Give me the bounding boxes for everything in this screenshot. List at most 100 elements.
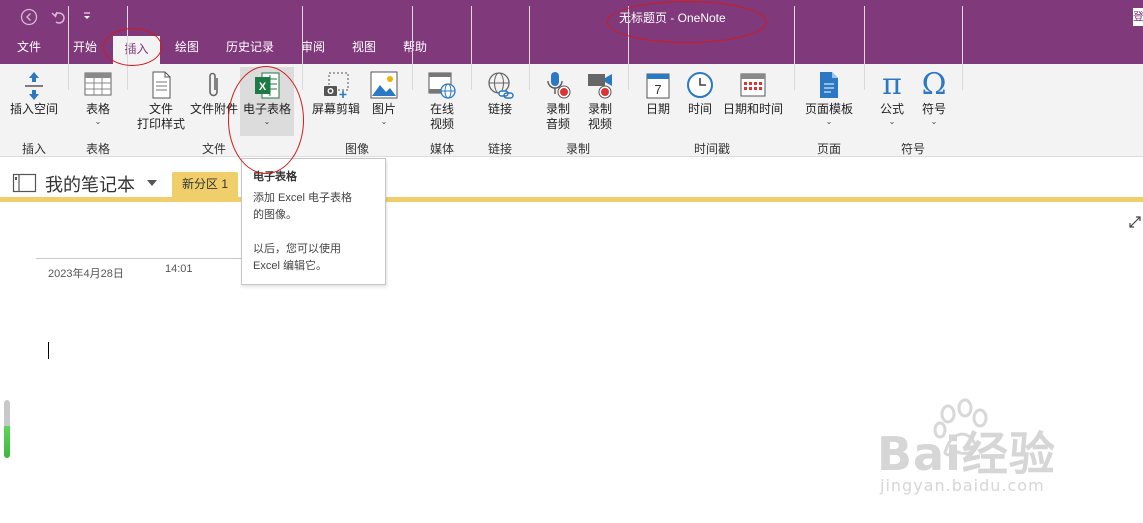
page-date: 2023年4月28日 <box>48 268 124 280</box>
screen-clipping-icon <box>324 72 349 98</box>
tooltip-line-2: 的图像。 <box>253 209 297 221</box>
notebook-name[interactable]: 我的笔记本 <box>45 171 135 197</box>
page-scroll-indicator[interactable] <box>4 400 10 458</box>
chevron-down-icon: ⌄ <box>930 117 938 126</box>
page-templates-label: 页面模板 <box>804 102 853 116</box>
online-video-button[interactable]: 在线 视频 <box>420 70 464 132</box>
date-button[interactable]: 7 日期 <box>638 70 678 117</box>
screen-clipping-button[interactable]: 屏幕剪辑 <box>308 70 364 117</box>
file-printout-icon <box>152 71 171 99</box>
omega-icon: Ω <box>921 67 947 102</box>
chevron-down-icon: ⌄ <box>94 117 102 126</box>
date-and-time-label: 日期和时间 <box>722 102 783 116</box>
group-label-link: 链接 <box>487 142 512 156</box>
group-label-symbol: 符号 <box>900 142 925 156</box>
annotation-oval-title <box>607 1 767 43</box>
date-time-icon <box>740 73 766 97</box>
tab-view[interactable]: 视图 <box>342 33 386 64</box>
expand-page-icon[interactable] <box>1128 215 1142 232</box>
date-and-time-button[interactable]: 日期和时间 <box>720 70 786 117</box>
microphone-icon <box>547 72 571 99</box>
tab-draw[interactable]: 绘图 <box>165 33 209 64</box>
group-label-image: 图像 <box>344 142 369 156</box>
pictures-button[interactable]: 图片 ⌄ <box>366 70 402 127</box>
group-separator <box>471 6 472 90</box>
tab-review[interactable]: 审阅 <box>291 33 335 64</box>
annotation-oval-spreadsheet <box>228 66 304 174</box>
group-label-table: 表格 <box>85 142 110 156</box>
tooltip-line-1: 添加 Excel 电子表格 <box>253 192 353 204</box>
file-printout-label-1: 文件 <box>148 102 173 116</box>
record-video-button[interactable]: 录制 视频 <box>580 70 620 132</box>
page-time: 14:01 <box>165 263 193 275</box>
notebook-icon <box>12 173 38 196</box>
record-video-label-1: 录制 <box>587 102 612 116</box>
page-title-rule <box>36 258 246 259</box>
group-label-insert: 插入 <box>21 142 46 156</box>
picture-icon <box>370 71 398 99</box>
chevron-down-icon: ⌄ <box>380 117 388 126</box>
insert-space-icon <box>25 72 43 100</box>
link-label: 链接 <box>487 102 512 116</box>
text-cursor <box>48 342 49 359</box>
file-printout-button[interactable]: 文件 打印样式 <box>134 70 188 132</box>
tooltip-line-3: 以后，您可以使用 <box>253 243 341 255</box>
sign-in-button[interactable]: 登 <box>1133 8 1143 26</box>
calendar-icon: 7 <box>646 73 670 99</box>
link-icon <box>488 72 514 99</box>
group-label-media: 媒体 <box>429 142 454 156</box>
file-printout-label-2: 打印样式 <box>136 117 185 131</box>
equation-label: 公式 <box>879 102 904 116</box>
record-audio-label-2: 音频 <box>545 117 570 131</box>
group-separator <box>962 6 963 90</box>
online-video-icon <box>428 72 456 99</box>
calendar-day: 7 <box>654 82 661 97</box>
tab-history[interactable]: 历史记录 <box>219 33 281 64</box>
page-templates-button[interactable]: 页面模板 ⌄ <box>800 70 858 127</box>
equation-button[interactable]: π 公式 ⌄ <box>872 68 912 127</box>
watermark-brand: Bai经验 <box>877 427 1056 481</box>
group-label-record: 录制 <box>565 142 590 156</box>
chevron-down-icon: ⌄ <box>888 117 896 126</box>
title-bar <box>0 0 1143 33</box>
record-audio-button[interactable]: 录制 音频 <box>536 70 580 132</box>
tab-file[interactable]: 文件 <box>8 33 50 64</box>
time-button[interactable]: 时间 <box>682 70 718 117</box>
screen-clipping-label: 屏幕剪辑 <box>311 102 360 116</box>
undo-icon[interactable] <box>50 8 68 30</box>
annotation-oval-insert-tab <box>103 28 162 66</box>
group-separator <box>794 6 795 90</box>
spreadsheet-tooltip: 电子表格 添加 Excel 电子表格 的图像。 以后，您可以使用 Excel 编… <box>241 158 386 285</box>
group-separator <box>864 6 865 90</box>
section-color-bar <box>0 197 1143 202</box>
symbol-label: 符号 <box>921 102 946 116</box>
clock-icon <box>687 72 713 98</box>
record-audio-label-1: 录制 <box>545 102 570 116</box>
time-label: 时间 <box>687 102 712 116</box>
record-video-label-2: 视频 <box>587 117 612 131</box>
back-icon[interactable] <box>20 8 38 30</box>
link-button[interactable]: 链接 <box>478 70 522 117</box>
table-icon <box>84 72 112 96</box>
table-button[interactable]: 表格 ⌄ <box>76 70 120 127</box>
group-separator <box>412 6 413 90</box>
online-video-label-2: 视频 <box>429 117 454 131</box>
customize-quick-access-icon[interactable] <box>82 9 92 27</box>
tooltip-line-4: Excel 编辑它。 <box>253 260 327 272</box>
notebook-dropdown-icon[interactable] <box>146 177 158 191</box>
group-label-timestamp: 时间戳 <box>693 142 730 156</box>
online-video-label-1: 在线 <box>429 102 454 116</box>
tab-help[interactable]: 帮助 <box>393 33 437 64</box>
insert-space-button[interactable]: 插入空间 <box>4 70 64 117</box>
chevron-down-icon: ⌄ <box>825 117 833 126</box>
group-separator <box>68 6 69 90</box>
section-tab[interactable]: 新分区 1 <box>172 172 238 197</box>
video-camera-icon <box>588 74 612 99</box>
insert-space-label: 插入空间 <box>9 102 58 116</box>
table-label: 表格 <box>85 102 110 116</box>
group-label-page: 页面 <box>816 142 841 156</box>
symbol-button[interactable]: Ω 符号 ⌄ <box>914 68 954 127</box>
page-template-icon <box>820 72 838 98</box>
paperclip-icon <box>209 72 218 97</box>
date-label: 日期 <box>645 102 670 116</box>
